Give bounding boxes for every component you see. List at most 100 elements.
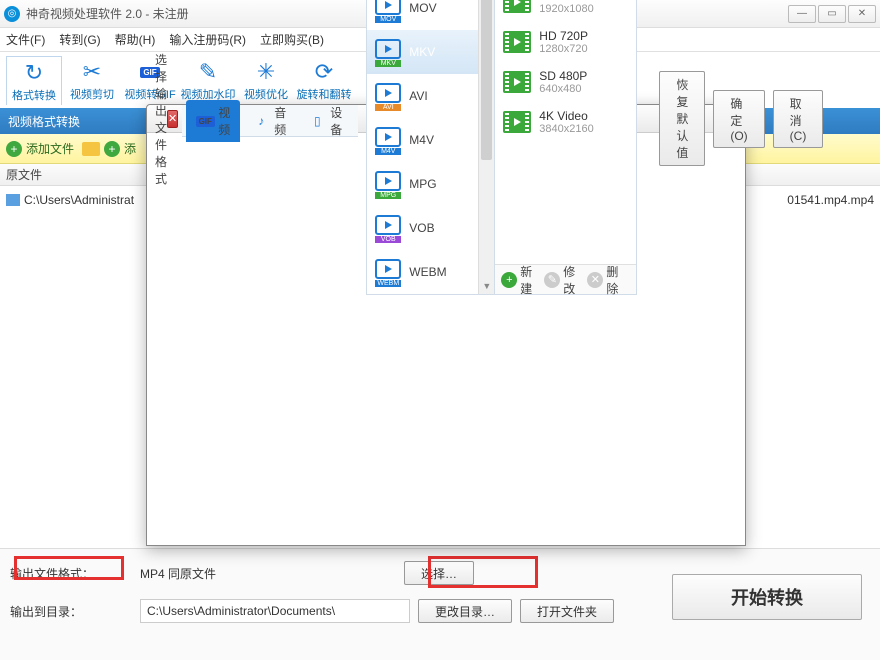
x-icon: ✕ <box>587 272 603 288</box>
music-icon: ♪ <box>252 114 270 128</box>
format-dialog: 选择输出文件格式 ✕ GIF 视频 ♪ 音频 ▯ 设备 MP4 MP4 MOV … <box>146 104 746 546</box>
tool-watermark[interactable]: ✎ 视频加水印 <box>180 56 236 104</box>
res-name: SD 480P <box>539 69 587 83</box>
file-path-left: C:\Users\Administrat <box>24 193 134 207</box>
dialog-close-button[interactable]: ✕ <box>167 110 178 128</box>
tool-label: 视频转GIF <box>124 86 175 102</box>
tool-to-gif[interactable]: GIF 视频转GIF <box>122 56 178 104</box>
menu-help[interactable]: 帮助(H) <box>115 31 156 48</box>
film-icon <box>503 31 531 53</box>
resolution-1080p[interactable]: HD 1080P1920x1080 <box>495 0 636 22</box>
brush-icon: ✎ <box>194 58 222 86</box>
new-preset-button[interactable]: +新建 <box>501 263 532 297</box>
dir-value: C:\Users\Administrator\Documents\ <box>147 604 335 618</box>
menu-goto[interactable]: 转到(G) <box>59 31 100 48</box>
action-label: 删除 <box>606 263 618 297</box>
output-dir-label: 输出到目录： <box>10 603 100 620</box>
open-folder-button[interactable]: 打开文件夹 <box>520 599 614 623</box>
btn-label: 取消(C) <box>790 97 807 143</box>
add-file-label: 添加文件 <box>26 140 74 157</box>
res-name: 4K Video <box>539 109 593 123</box>
format-avi[interactable]: AVI AVI <box>367 74 494 118</box>
res-sub: 3840x2160 <box>539 123 593 135</box>
sparkle-icon: ✳ <box>252 58 280 86</box>
start-label: 开始转换 <box>731 584 803 610</box>
edit-preset-button[interactable]: ✎修改 <box>544 263 575 297</box>
res-sub: 640x480 <box>539 83 587 95</box>
btn-label: 恢复默认值 <box>676 78 688 160</box>
bottom-panel: 输出文件格式： MP4 同原文件 选择… 输出到目录： C:\Users\Adm… <box>0 548 880 660</box>
res-name: HD 720P <box>539 29 588 43</box>
resolution-480p[interactable]: SD 480P640x480 <box>495 62 636 102</box>
format-list[interactable]: MP4 MP4 MOV MOV MKV MKV AVI AVI M4V M4V … <box>367 0 495 294</box>
gif-icon: GIF <box>196 114 214 128</box>
menu-file[interactable]: 文件(F) <box>6 31 45 48</box>
maximize-button[interactable]: ▭ <box>818 5 846 23</box>
format-webm[interactable]: WEBM WEBM <box>367 250 494 294</box>
format-mpg[interactable]: MPG MPG <box>367 162 494 206</box>
convert-icon: ↻ <box>20 59 48 87</box>
add-folder-button[interactable]: + 添 <box>82 140 136 157</box>
format-m4v[interactable]: M4V M4V <box>367 118 494 162</box>
output-format-value: MP4 同原文件 <box>140 565 216 582</box>
scroll-down-arrow[interactable]: ▼ <box>479 278 494 294</box>
format-icon: MOV <box>373 0 403 23</box>
tool-optimize[interactable]: ✳ 视频优化 <box>238 56 294 104</box>
dialog-title: 选择输出文件格式 <box>155 51 167 187</box>
add-folder-label: 添 <box>124 140 136 157</box>
menu-buy[interactable]: 立即购买(B) <box>260 31 324 48</box>
menu-register[interactable]: 输入注册码(R) <box>169 31 246 48</box>
crop-icon: ✂ <box>78 58 106 86</box>
rotate-icon: ⟳ <box>310 58 338 86</box>
dialog-body: MP4 MP4 MOV MOV MKV MKV AVI AVI M4V M4V … <box>366 0 637 295</box>
start-convert-button[interactable]: 开始转换 <box>672 574 862 620</box>
resolution-4k[interactable]: 4K Video3840x2160 <box>495 102 636 142</box>
add-file-button[interactable]: + 添加文件 <box>6 140 74 157</box>
plus-icon: + <box>104 141 120 157</box>
tool-label: 视频剪切 <box>70 86 114 102</box>
tab-label: 视频 <box>218 104 230 138</box>
tab-device[interactable]: ▯ 设备 <box>298 100 352 142</box>
restore-defaults-button[interactable]: 恢复默认值 <box>659 71 705 166</box>
format-label: AVI <box>409 89 488 103</box>
output-dir-input[interactable]: C:\Users\Administrator\Documents\ <box>140 599 410 623</box>
select-format-button[interactable]: 选择… <box>404 561 474 585</box>
dialog-footer: 恢复默认值 确定(O) 取消(C) <box>641 97 833 141</box>
open-folder-label: 打开文件夹 <box>537 603 597 620</box>
ok-button[interactable]: 确定(O) <box>713 90 764 148</box>
file-path-right: 01541.mp4.mp4 <box>787 193 874 207</box>
minimize-button[interactable]: — <box>788 5 816 23</box>
format-mkv[interactable]: MKV MKV <box>367 30 494 74</box>
format-vob[interactable]: VOB VOB <box>367 206 494 250</box>
plus-icon: + <box>6 141 22 157</box>
format-scrollbar[interactable]: ▲ ▼ <box>478 0 494 294</box>
change-dir-button[interactable]: 更改目录… <box>418 599 512 623</box>
format-label: MKV <box>409 45 488 59</box>
close-button[interactable]: ✕ <box>848 5 876 23</box>
format-icon: AVI <box>373 81 403 111</box>
film-icon <box>503 111 531 133</box>
tool-rotate[interactable]: ⟳ 旋转和翻转 <box>296 56 352 104</box>
pencil-icon: ✎ <box>544 272 560 288</box>
cancel-button[interactable]: 取消(C) <box>773 90 824 148</box>
section-title: 视频格式转换 <box>8 113 80 130</box>
tool-format-convert[interactable]: ↻ 格式转换 <box>6 56 62 105</box>
format-label: MPG <box>409 177 488 191</box>
resolution-actions: +新建 ✎修改 ✕删除 <box>495 264 636 294</box>
delete-preset-button[interactable]: ✕删除 <box>587 263 618 297</box>
app-icon: ◎ <box>4 6 20 22</box>
output-format-label: 输出文件格式： <box>10 565 100 582</box>
tab-audio[interactable]: ♪ 音频 <box>242 100 296 142</box>
resolution-720p[interactable]: HD 720P1280x720 <box>495 22 636 62</box>
dialog-titlebar: 选择输出文件格式 ✕ GIF 视频 ♪ 音频 ▯ 设备 MP4 MP4 MOV … <box>147 105 745 133</box>
format-icon: WEBM <box>373 257 403 287</box>
res-sub: 1280x720 <box>539 43 588 55</box>
format-icon: VOB <box>373 213 403 243</box>
tool-trim[interactable]: ✂ 视频剪切 <box>64 56 120 104</box>
plus-icon: + <box>501 272 517 288</box>
tab-video[interactable]: GIF 视频 <box>186 100 240 142</box>
scroll-thumb[interactable] <box>481 0 492 160</box>
tool-label: 格式转换 <box>12 87 56 103</box>
format-mov[interactable]: MOV MOV <box>367 0 494 30</box>
tab-label: 设备 <box>330 104 342 138</box>
